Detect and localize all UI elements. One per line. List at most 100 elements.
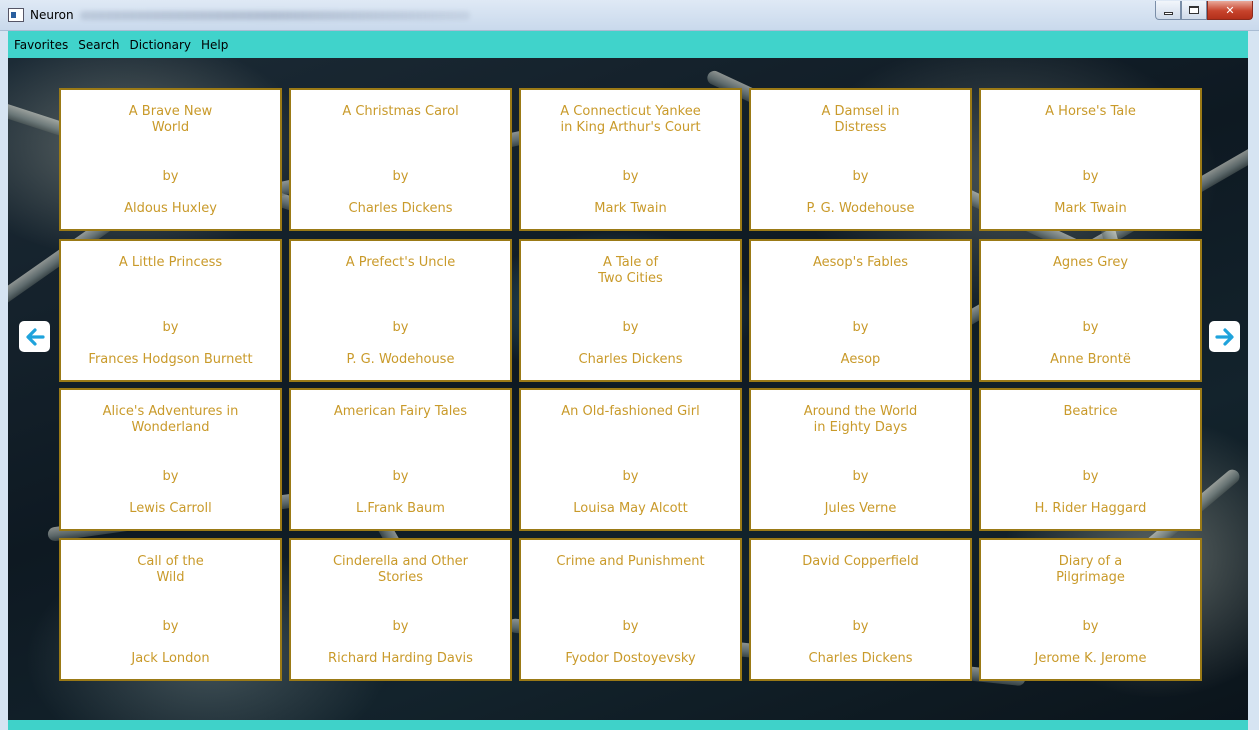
book-card[interactable]: Diary of a Pilgrimage by Jerome K. Jerome — [979, 538, 1202, 681]
book-title: Around the World in Eighty Days — [803, 404, 918, 435]
book-author: Charles Dickens — [808, 651, 913, 666]
book-author: Jack London — [131, 651, 210, 666]
book-card[interactable]: Crime and Punishment by Fyodor Dostoyevsky — [519, 538, 742, 681]
by-label: by — [622, 469, 639, 484]
book-card[interactable]: A Christmas Carol by Charles Dickens — [289, 88, 512, 231]
menu-bar: Favorites Search Dictionary Help — [8, 31, 1248, 58]
by-label: by — [392, 320, 409, 335]
menu-help[interactable]: Help — [201, 38, 228, 52]
minimize-button[interactable] — [1155, 1, 1181, 20]
book-card[interactable]: A Damsel in Distress by P. G. Wodehouse — [749, 88, 972, 231]
book-card[interactable]: David Copperfield by Charles Dickens — [749, 538, 972, 681]
book-card[interactable]: An Old-fashioned Girl by Louisa May Alcott — [519, 388, 742, 531]
book-author: Louisa May Alcott — [573, 501, 688, 516]
by-label: by — [622, 320, 639, 335]
book-author: Charles Dickens — [578, 352, 683, 367]
book-title: Beatrice — [1063, 404, 1118, 419]
book-title: Aesop's Fables — [812, 255, 908, 270]
book-card[interactable]: A Little Princess by Frances Hodgson Burne… — [59, 239, 282, 382]
by-label: by — [1082, 619, 1099, 634]
by-label: by — [622, 169, 639, 184]
by-label: by — [162, 320, 179, 335]
app-icon — [8, 8, 24, 22]
by-label: by — [392, 169, 409, 184]
client-area: Favorites Search Dictionary Help A Brave… — [8, 31, 1248, 730]
book-title: A Christmas Carol — [342, 104, 459, 119]
book-card[interactable]: Alice's Adventures in Wonderland by Lewis … — [59, 388, 282, 531]
book-card[interactable]: A Tale of Two Cities by Charles Dickens — [519, 239, 742, 382]
by-label: by — [852, 320, 869, 335]
book-title: Call of the Wild — [137, 554, 204, 585]
by-label: by — [852, 619, 869, 634]
book-title: Agnes Grey — [1052, 255, 1129, 270]
book-author: Anne Brontë — [1050, 352, 1131, 367]
book-title: David Copperfield — [802, 554, 919, 569]
book-author: L.Frank Baum — [356, 501, 445, 516]
book-card[interactable]: American Fairy Tales by L.Frank Baum — [289, 388, 512, 531]
book-author: Charles Dickens — [348, 201, 453, 216]
maximize-button[interactable] — [1181, 1, 1207, 20]
book-title: A Brave New World — [128, 104, 213, 135]
next-page-button[interactable] — [1209, 321, 1240, 352]
book-author: Richard Harding Davis — [328, 651, 473, 666]
book-author: Aldous Huxley — [124, 201, 217, 216]
by-label: by — [392, 469, 409, 484]
arrow-right-icon — [1214, 327, 1234, 346]
book-title: A Damsel in Distress — [821, 104, 900, 135]
book-card[interactable]: A Brave New World by Aldous Huxley — [59, 88, 282, 231]
window-controls: ✕ — [1155, 1, 1253, 21]
book-author: P. G. Wodehouse — [346, 352, 455, 367]
book-author: Fyodor Dostoyevsky — [565, 651, 696, 666]
book-grid: A Brave New World by Aldous Huxley A Christ… — [8, 58, 1248, 720]
by-label: by — [1082, 469, 1099, 484]
book-author: Jerome K. Jerome — [1034, 651, 1147, 666]
book-author: Lewis Carroll — [129, 501, 212, 516]
book-title: A Connecticut Yankee in King Arthur's Co… — [560, 104, 701, 135]
book-title: Diary of a Pilgrimage — [1056, 554, 1125, 585]
book-author: Mark Twain — [594, 201, 667, 216]
menu-favorites[interactable]: Favorites — [14, 38, 68, 52]
book-card[interactable]: Aesop's Fables by Aesop — [749, 239, 972, 382]
book-card[interactable]: Agnes Grey by Anne Brontë — [979, 239, 1202, 382]
book-author: P. G. Wodehouse — [806, 201, 915, 216]
title-bar: Neuron ✕ — [0, 0, 1259, 31]
close-button[interactable]: ✕ — [1207, 1, 1253, 20]
by-label: by — [622, 619, 639, 634]
by-label: by — [162, 169, 179, 184]
book-author: Frances Hodgson Burnett — [88, 352, 253, 367]
by-label: by — [162, 619, 179, 634]
by-label: by — [1082, 169, 1099, 184]
by-label: by — [852, 169, 869, 184]
maximize-icon — [1189, 6, 1199, 14]
book-author: Jules Verne — [824, 501, 897, 516]
arrow-left-icon — [25, 327, 45, 346]
book-title: A Little Princess — [118, 255, 223, 270]
by-label: by — [1082, 320, 1099, 335]
book-card[interactable]: A Prefect's Uncle by P. G. Wodehouse — [289, 239, 512, 382]
book-title: Alice's Adventures in Wonderland — [102, 404, 239, 435]
book-card[interactable]: Call of the Wild by Jack London — [59, 538, 282, 681]
book-author: Mark Twain — [1054, 201, 1127, 216]
book-card[interactable]: Around the World in Eighty Days by Jules V… — [749, 388, 972, 531]
by-label: by — [162, 469, 179, 484]
book-title: American Fairy Tales — [333, 404, 468, 419]
book-title: A Horse's Tale — [1045, 104, 1136, 119]
book-title: Crime and Punishment — [556, 554, 705, 569]
book-card[interactable]: A Connecticut Yankee in King Arthur's Co… — [519, 88, 742, 231]
menu-dictionary[interactable]: Dictionary — [129, 38, 191, 52]
minimize-icon — [1163, 11, 1173, 15]
book-title: An Old-fashioned Girl — [561, 404, 700, 419]
book-card[interactable]: Cinderella and Other Stories by Richard Ha… — [289, 538, 512, 681]
menu-search[interactable]: Search — [78, 38, 119, 52]
book-title: A Prefect's Uncle — [345, 255, 456, 270]
book-card[interactable]: A Horse's Tale by Mark Twain — [979, 88, 1202, 231]
close-icon: ✕ — [1225, 3, 1235, 17]
blurred-path-text — [80, 11, 470, 20]
window-title: Neuron — [30, 8, 74, 22]
book-stage: A Brave New World by Aldous Huxley A Christ… — [8, 58, 1248, 720]
bottom-strip — [8, 720, 1248, 730]
by-label: by — [392, 619, 409, 634]
book-card[interactable]: Beatrice by H. Rider Haggard — [979, 388, 1202, 531]
book-title: A Tale of Two Cities — [598, 255, 663, 286]
previous-page-button[interactable] — [19, 321, 50, 352]
